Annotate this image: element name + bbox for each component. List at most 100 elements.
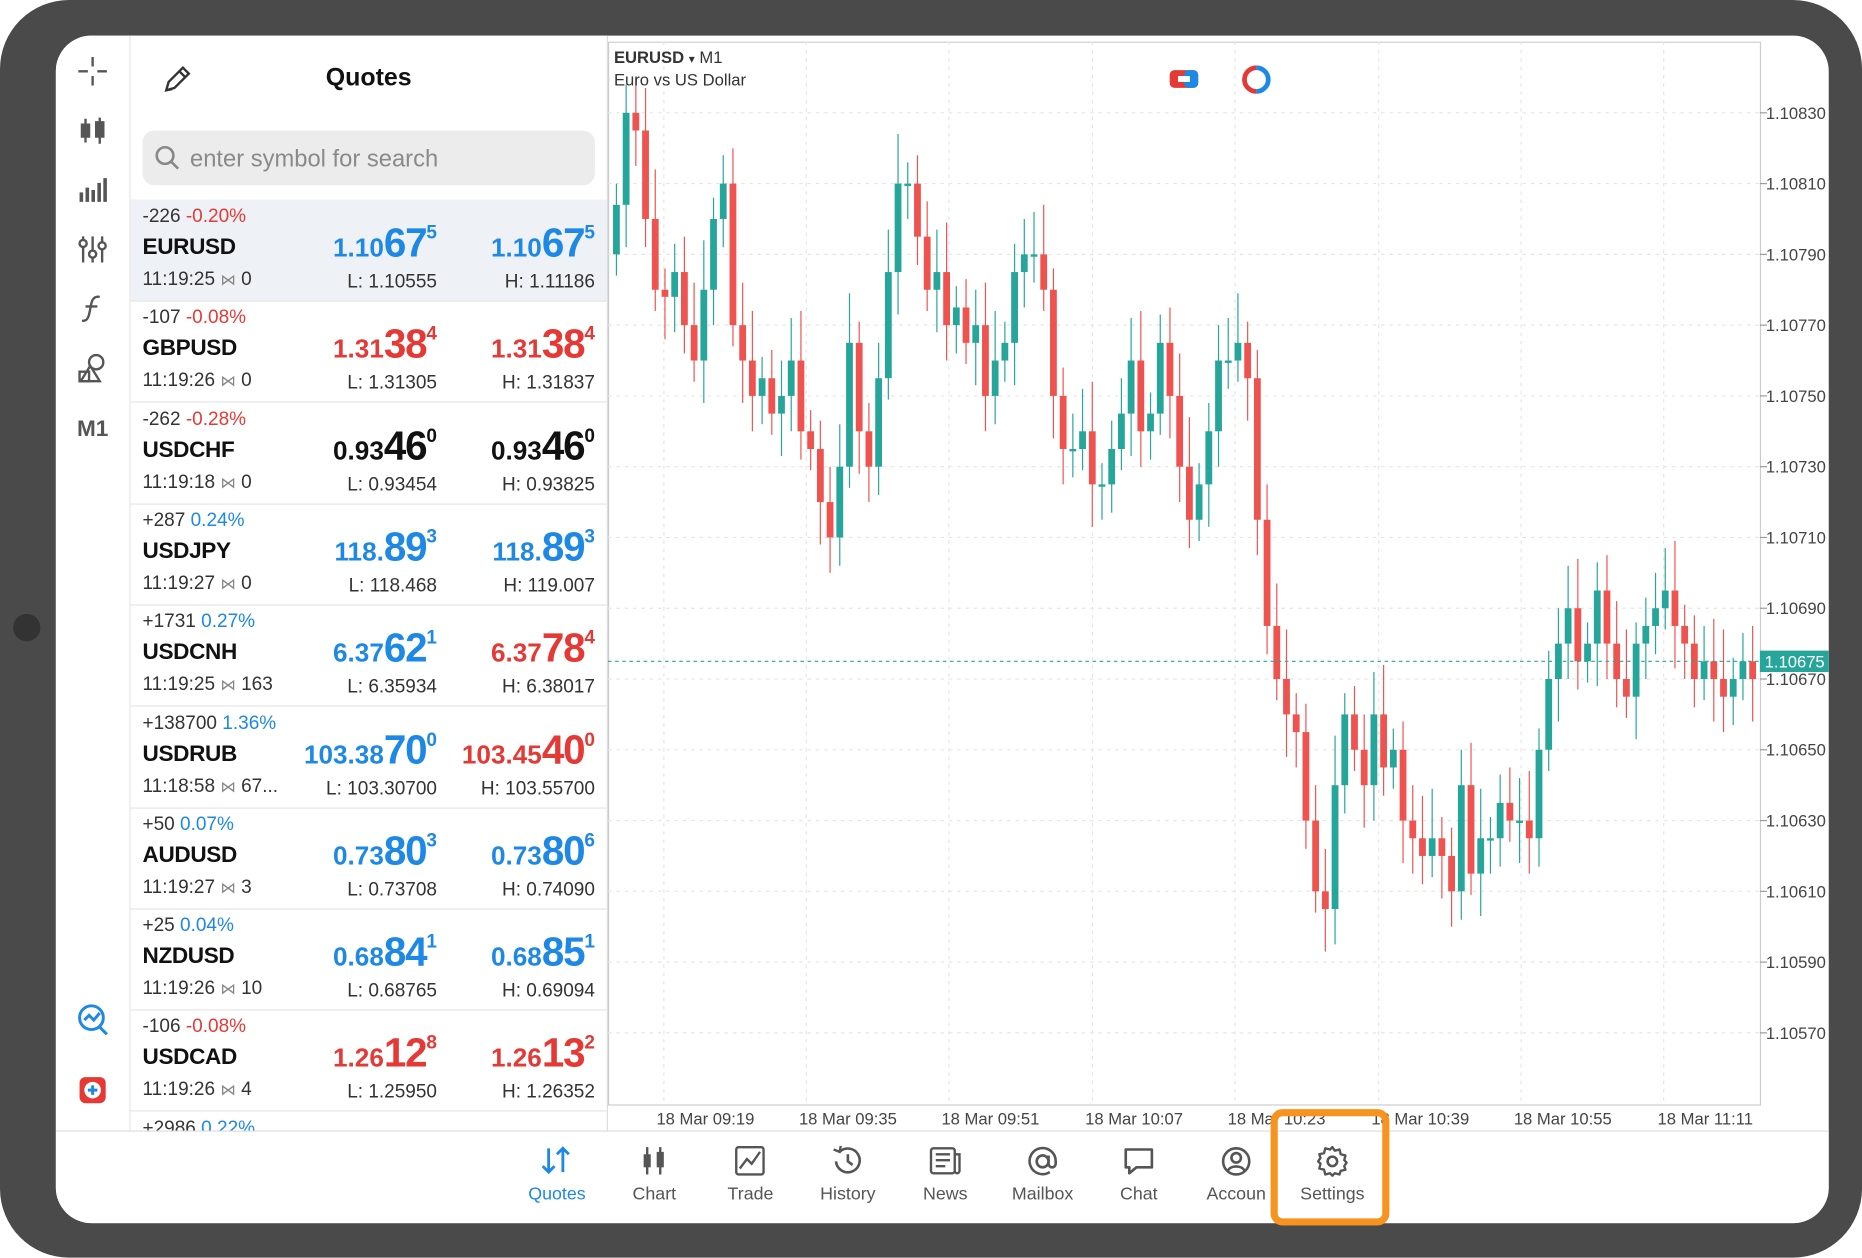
bid-price[interactable]: 0.93460	[333, 423, 437, 469]
ask-price[interactable]: 0.93460	[491, 423, 595, 469]
tab-accoun[interactable]: Accoun	[1189, 1141, 1284, 1215]
bid-price[interactable]: 103.38700	[304, 727, 437, 773]
quote-row-gbpusd[interactable]: -107 -0.08% GBPUSD 11:19:26 ⋈ 0 1.31384 …	[130, 301, 607, 403]
ask-price[interactable]: 0.68851	[491, 930, 595, 976]
tab-label: Chat	[1119, 1183, 1158, 1205]
depth-of-market-icon[interactable]	[1241, 65, 1272, 94]
ask-price[interactable]: 118.893	[492, 525, 595, 571]
ask-price[interactable]: 6.37784	[491, 626, 595, 672]
trade-signals-icon[interactable]	[74, 1000, 112, 1038]
candle-body	[1263, 519, 1271, 626]
chart-type-icon[interactable]	[74, 112, 112, 150]
tab-chat[interactable]: Chat	[1091, 1141, 1186, 1215]
quote-row-usdcad[interactable]: -106 -0.08% USDCAD 11:19:26 ⋈ 4 1.26128 …	[130, 1010, 607, 1112]
candle-body	[836, 466, 844, 538]
ask-price[interactable]: 1.10675	[491, 221, 595, 267]
candle-body	[1496, 802, 1504, 839]
candle-body	[748, 360, 756, 396]
x-tick-label: 18 Mar 10:07	[1085, 1110, 1183, 1129]
home-button[interactable]	[13, 613, 41, 642]
candle-body	[1098, 484, 1106, 487]
tab-label: History	[820, 1183, 876, 1205]
bid-price[interactable]: 0.68841	[333, 930, 437, 976]
search-input[interactable]	[187, 130, 585, 188]
candle-body	[787, 360, 795, 396]
quote-row-audusd[interactable]: +50 0.07% AUDUSD 11:19:27 ⋈ 3 0.73803 0.…	[130, 807, 607, 910]
candle-body	[807, 431, 815, 449]
quote-symbol: AUDUSD	[142, 842, 238, 868]
history-icon	[833, 1145, 862, 1174]
quote-change-percent: 0.07%	[180, 814, 234, 835]
quote-low: L: 0.68765	[347, 980, 437, 1002]
candle-body	[1729, 679, 1737, 697]
tab-news[interactable]: News	[898, 1141, 993, 1215]
quote-row-partial[interactable]: +2986 0.22%	[131, 1111, 607, 1130]
tab-chart[interactable]: Chart	[607, 1141, 702, 1215]
spread-icon: ⋈	[220, 372, 236, 390]
ask-price[interactable]: 1.31384	[491, 322, 595, 368]
app-icon[interactable]	[74, 1071, 112, 1109]
candle-body	[1428, 838, 1436, 856]
y-tick-label: 1.10690	[1766, 599, 1826, 618]
tab-label: Mailbox	[1011, 1183, 1074, 1205]
tab-mailbox[interactable]: Mailbox	[995, 1141, 1090, 1215]
quote-row-nzdusd[interactable]: +25 0.04% NZDUSD 11:19:26 ⋈ 10 0.68841 0…	[130, 909, 607, 1011]
bid-price[interactable]: 0.73803	[333, 829, 437, 875]
candle-body	[1700, 661, 1708, 680]
ask-price[interactable]: 103.45400	[462, 727, 595, 773]
quote-high: H: 103.55700	[480, 778, 595, 799]
chart-symbol[interactable]: EURUSD ▾ M1	[614, 48, 723, 67]
tab-quotes[interactable]: Quotes	[509, 1141, 604, 1215]
candle-body	[923, 236, 931, 290]
ask-price[interactable]: 1.26132	[491, 1031, 595, 1077]
quote-row-usdjpy[interactable]: +287 0.24% USDJPY 11:19:27 ⋈ 0 118.893 1…	[130, 503, 607, 606]
bid-price[interactable]: 1.10675	[333, 221, 437, 267]
ask-price[interactable]: 0.73806	[491, 829, 595, 875]
bid-price[interactable]: 118.893	[334, 525, 437, 571]
quote-change: +1731 0.27%	[142, 611, 256, 632]
y-tick-label: 1.10670	[1766, 670, 1826, 689]
objects-icon[interactable]	[74, 349, 112, 387]
candle-body	[943, 272, 951, 326]
candle-body	[1244, 342, 1252, 379]
candle-body	[719, 183, 727, 219]
tab-history[interactable]: History	[800, 1141, 895, 1215]
quote-low: L: 0.73708	[347, 879, 437, 900]
crosshair-icon[interactable]	[74, 52, 112, 90]
page-title: Quotes	[325, 64, 412, 92]
news-icon	[929, 1147, 961, 1175]
bid-price[interactable]: 1.31384	[333, 322, 437, 368]
mailbox-icon	[1028, 1146, 1057, 1176]
candle-body	[1108, 448, 1116, 485]
candle-body	[739, 325, 747, 361]
price-chart[interactable]: 1.10830 1.10810 1.10790 1.10770 1.10750 1.107…	[608, 41, 1829, 1131]
y-tick-label: 1.10610	[1766, 882, 1826, 901]
quote-high: H: 0.93825	[501, 474, 595, 495]
bid-price[interactable]: 6.37621	[333, 626, 437, 672]
candle-body	[1360, 749, 1368, 786]
quote-row-usdrub[interactable]: +138700 1.36% USDRUB 11:18:58 ⋈ 67... 10…	[130, 706, 607, 809]
candle-body	[768, 378, 776, 414]
function-icon[interactable]	[74, 290, 112, 328]
timeframe-button[interactable]: M1	[69, 411, 117, 449]
quote-row-eurusd[interactable]: -226 -0.20% EURUSD 11:19:25 ⋈ 0 1.10675 …	[130, 199, 607, 302]
candle-body	[1603, 590, 1611, 644]
candle-body	[1681, 625, 1689, 644]
account-icon	[1221, 1147, 1251, 1176]
quote-change: +50 0.07%	[142, 814, 234, 835]
settings-highlight	[1270, 1109, 1390, 1226]
candle-body	[816, 448, 824, 503]
symbol-search[interactable]	[142, 130, 595, 188]
quote-row-usdcnh[interactable]: +1731 0.27% USDCNH 11:19:25 ⋈ 163 6.3762…	[130, 605, 607, 707]
candle-body	[1118, 413, 1125, 449]
candle-body	[1147, 413, 1154, 432]
tab-trade[interactable]: Trade	[703, 1141, 798, 1215]
quote-change-percent: 0.27%	[201, 611, 256, 632]
settings-sliders-icon[interactable]	[74, 230, 112, 268]
quote-row-usdchf[interactable]: -262 -0.28% USDCHF 11:19:18 ⋈ 0 0.93460 …	[130, 402, 607, 505]
one-click-trading-icon[interactable]	[1169, 65, 1200, 91]
candle-body	[982, 325, 989, 396]
candlestick-chart[interactable]: 1.10830 1.10810 1.10790 1.10770 1.10750 1.107…	[608, 41, 1829, 1131]
bid-price[interactable]: 1.26128	[333, 1031, 437, 1077]
indicators-icon[interactable]	[74, 171, 112, 209]
